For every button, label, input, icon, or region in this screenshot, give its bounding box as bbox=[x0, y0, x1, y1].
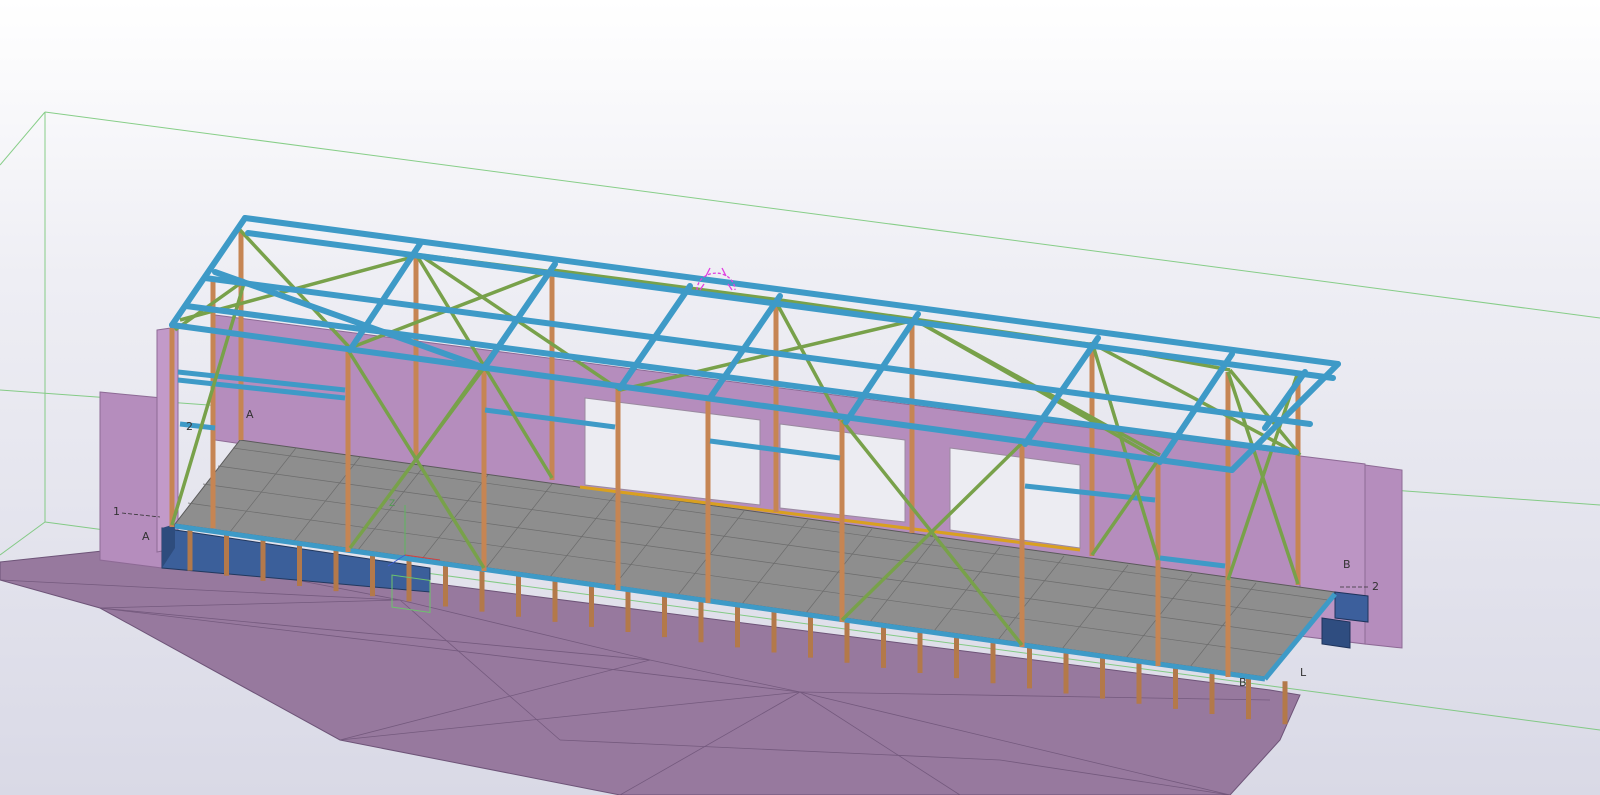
grid-label-row-1: 1 bbox=[113, 505, 120, 518]
grid-label-col-l: L bbox=[1300, 666, 1307, 679]
grid-label-col-b-front: B bbox=[1239, 676, 1247, 689]
axis-z-label: Z bbox=[389, 499, 395, 509]
model-3d-viewport[interactable]: 1 A A 2 B 2 B L Z bbox=[0, 0, 1600, 795]
grid-label-col-b-right: B bbox=[1343, 558, 1351, 571]
grid-label-row-2-back: 2 bbox=[186, 420, 193, 433]
grid-label-row-2: 2 bbox=[1372, 580, 1379, 593]
grid-label-col-a-back: A bbox=[246, 408, 254, 421]
grid-label-col-a-left: A bbox=[142, 530, 150, 543]
